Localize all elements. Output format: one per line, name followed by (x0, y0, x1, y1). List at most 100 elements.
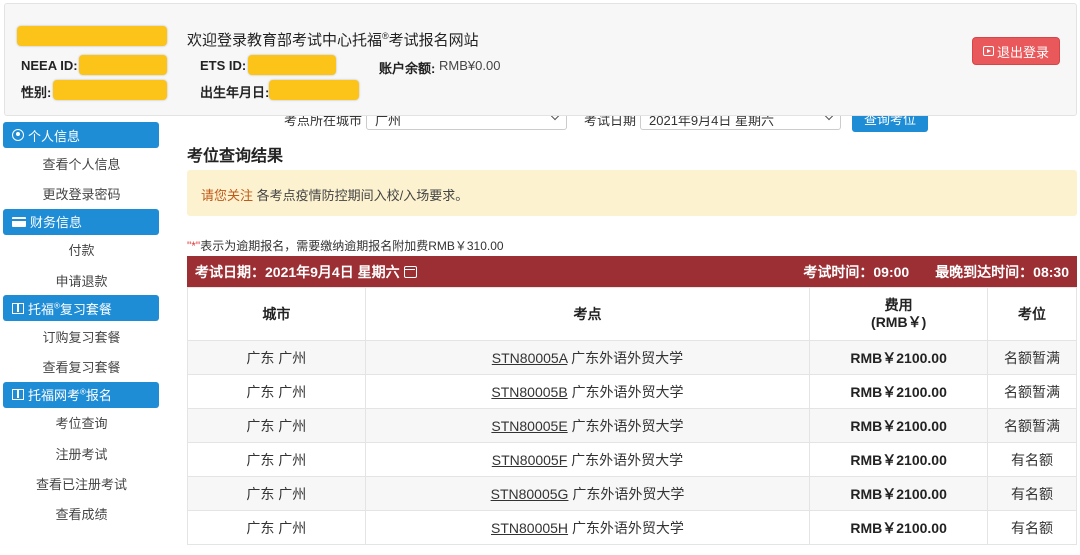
venue-code-link[interactable]: STN80005B (491, 384, 567, 400)
cell-seat-status: 有名额 (987, 510, 1077, 545)
cell-city: 广东 广州 (187, 476, 366, 511)
sidebar-section-finance[interactable]: 财务信息 (3, 208, 159, 235)
cell-seat-status: 有名额 (987, 476, 1077, 511)
table-header-row: 城市 考点 费用 (RMB￥) 考位 (187, 287, 1077, 341)
exam-date-text: 考试日期：2021年9月4日 星期六 (195, 263, 400, 280)
column-header-fee: 费用 (RMB￥) (809, 287, 989, 341)
redacted-neea-id (79, 55, 167, 75)
cell-city: 广东 广州 (187, 442, 366, 477)
sidebar-section-prep-package[interactable]: 托福®复习套餐 (3, 295, 159, 322)
venue-name: 广东外语外贸大学 (571, 417, 684, 434)
birthdate-label: 出生年月日: (200, 85, 270, 100)
redacted-ets-id (248, 55, 336, 75)
cell-fee: RMB￥2100.00 (809, 374, 989, 409)
user-circle-icon (12, 129, 24, 141)
cell-fee: RMB￥2100.00 (809, 442, 989, 477)
sidebar-section-personal[interactable]: 个人信息 (3, 122, 159, 148)
venue-code-link[interactable]: STN80005F (492, 452, 567, 468)
venue-name: 广东外语外贸大学 (571, 451, 684, 468)
logout-icon (982, 46, 994, 56)
calendar-check-icon (403, 265, 417, 278)
account-header: NEEA ID: 性别: 欢迎登录教育部考试中心托福®考试报名网站 ETS ID… (4, 3, 1077, 116)
balance-value: RMB¥0.00 (439, 58, 501, 73)
sidebar-item-seat-search[interactable]: 考位查询 (0, 408, 163, 438)
cell-fee: RMB￥2100.00 (809, 408, 989, 443)
table-row: 广东 广州 STN80005E 广东外语外贸大学 RMB￥2100.00 名额暂满 (187, 408, 1077, 443)
sidebar-item-order-package[interactable]: 订购复习套餐 (0, 321, 163, 351)
credit-card-icon (12, 216, 26, 227)
arrival-time: 最晚到达时间：08:30 (935, 263, 1069, 280)
welcome-text: 欢迎登录教育部考试中心托福®考试报名网站 (187, 31, 479, 49)
cell-city: 广东 广州 (187, 510, 366, 545)
cell-city: 广东 广州 (187, 374, 366, 409)
late-mark: "*" (187, 239, 201, 253)
sidebar-section-registration[interactable]: 托福网考®报名 (3, 381, 159, 408)
table-row: 广东 广州 STN80005F 广东外语外贸大学 RMB￥2100.00 有名额 (187, 442, 1077, 477)
cell-fee: RMB￥2100.00 (809, 510, 989, 545)
notice-lead: 请您关注 (201, 188, 254, 203)
sidebar-item-view-scores[interactable]: 查看成绩 (0, 499, 163, 529)
sidebar-item-refund[interactable]: 申请退款 (0, 265, 163, 295)
sidebar-item-payment[interactable]: 付款 (0, 235, 163, 265)
late-note-text: 表示为逾期报名，需要缴纳逾期报名附加费RMB￥310.00 (200, 239, 504, 253)
logout-label: 退出登录 (996, 44, 1049, 60)
page-title: 考位查询结果 (187, 148, 284, 165)
cell-seat-status: 名额暂满 (987, 408, 1077, 443)
seat-results-table: 城市 考点 费用 (RMB￥) 考位 广东 广州 STN80005A 广东外语外贸大… (187, 287, 1077, 545)
sidebar-item-register-exam[interactable]: 注册考试 (0, 438, 163, 468)
venue-code-link[interactable]: STN80005G (491, 486, 569, 502)
venue-name: 广东外语外贸大学 (571, 383, 684, 400)
venue-name: 广东外语外贸大学 (571, 519, 684, 536)
venue-name: 广东外语外贸大学 (571, 349, 684, 366)
venue-name: 广东外语外贸大学 (572, 485, 685, 502)
sidebar-item-view-profile[interactable]: 查看个人信息 (0, 148, 163, 178)
sidebar-section-label: 托福®复习套餐 (28, 301, 112, 317)
logout-button[interactable]: 退出登录 (972, 37, 1060, 65)
venue-code-link[interactable]: STN80005E (491, 418, 567, 434)
venue-code-link[interactable]: STN80005A (492, 350, 568, 366)
late-registration-note: "*"表示为逾期报名，需要缴纳逾期报名附加费RMB￥310.00 (187, 237, 504, 254)
cell-venue: STN80005F 广东外语外贸大学 (364, 442, 811, 477)
column-header-city: 城市 (187, 287, 366, 341)
cell-city: 广东 广州 (187, 340, 366, 375)
sidebar-section-label: 个人信息 (28, 128, 81, 144)
redacted-birthdate (269, 80, 359, 100)
cell-seat-status: 有名额 (987, 442, 1077, 477)
redacted-gender (53, 80, 167, 100)
book-icon (12, 389, 24, 401)
cell-fee: RMB￥2100.00 (809, 476, 989, 511)
sidebar-section-label: 托福网考®报名 (28, 387, 112, 404)
column-header-seats: 考位 (987, 287, 1077, 341)
table-row: 广东 广州 STN80005G 广东外语外贸大学 RMB￥2100.00 有名额 (187, 476, 1077, 511)
notice-alert: 请您关注 各考点疫情防控期间入校/入场要求。 (187, 170, 1077, 216)
cell-fee: RMB￥2100.00 (809, 340, 989, 375)
sidebar-item-registered-exams[interactable]: 查看已注册考试 (0, 468, 163, 498)
exam-times: 考试时间：09:00 最晚到达时间：08:30 (777, 262, 1069, 282)
sidebar-item-view-package[interactable]: 查看复习套餐 (0, 351, 163, 381)
cell-venue: STN80005G 广东外语外贸大学 (364, 476, 811, 511)
sidebar-section-label: 财务信息 (30, 215, 83, 231)
table-row: 广东 广州 STN80005B 广东外语外贸大学 RMB￥2100.00 名额暂满 (187, 374, 1077, 409)
book-icon (12, 302, 24, 314)
cell-venue: STN80005E 广东外语外贸大学 (364, 408, 811, 443)
cell-seat-status: 名额暂满 (987, 374, 1077, 409)
exam-time: 考试时间：09:00 (803, 263, 910, 280)
table-row: 广东 广州 STN80005A 广东外语外贸大学 RMB￥2100.00 名额暂满 (187, 340, 1077, 375)
exam-date-bar: 考试日期：2021年9月4日 星期六 考试时间：09:00 最晚到达时间：08:3… (187, 256, 1077, 287)
exam-date: 考试日期：2021年9月4日 星期六 (195, 262, 417, 282)
neea-id-label: NEEA ID: (21, 58, 78, 73)
cell-venue: STN80005H 广东外语外贸大学 (364, 510, 811, 545)
sidebar-item-change-password[interactable]: 更改登录密码 (0, 178, 163, 208)
column-header-venue: 考点 (364, 287, 811, 341)
ets-id-label: ETS ID: (200, 58, 247, 73)
table-row: 广东 广州 STN80005H 广东外语外贸大学 RMB￥2100.00 有名额 (187, 510, 1077, 545)
cell-venue: STN80005A 广东外语外贸大学 (364, 340, 811, 375)
gender-label: 性别: (21, 85, 52, 100)
venue-code-link[interactable]: STN80005H (491, 520, 568, 536)
cell-city: 广东 广州 (187, 408, 366, 443)
sidebar-nav: 个人信息 查看个人信息 更改登录密码 财务信息 付款 申请退款 托福®复习套餐 … (0, 122, 163, 529)
cell-seat-status: 名额暂满 (987, 340, 1077, 375)
cell-venue: STN80005B 广东外语外贸大学 (364, 374, 811, 409)
notice-text: 各考点疫情防控期间入校/入场要求。 (253, 188, 469, 203)
balance-label: 账户余额: (379, 61, 436, 76)
